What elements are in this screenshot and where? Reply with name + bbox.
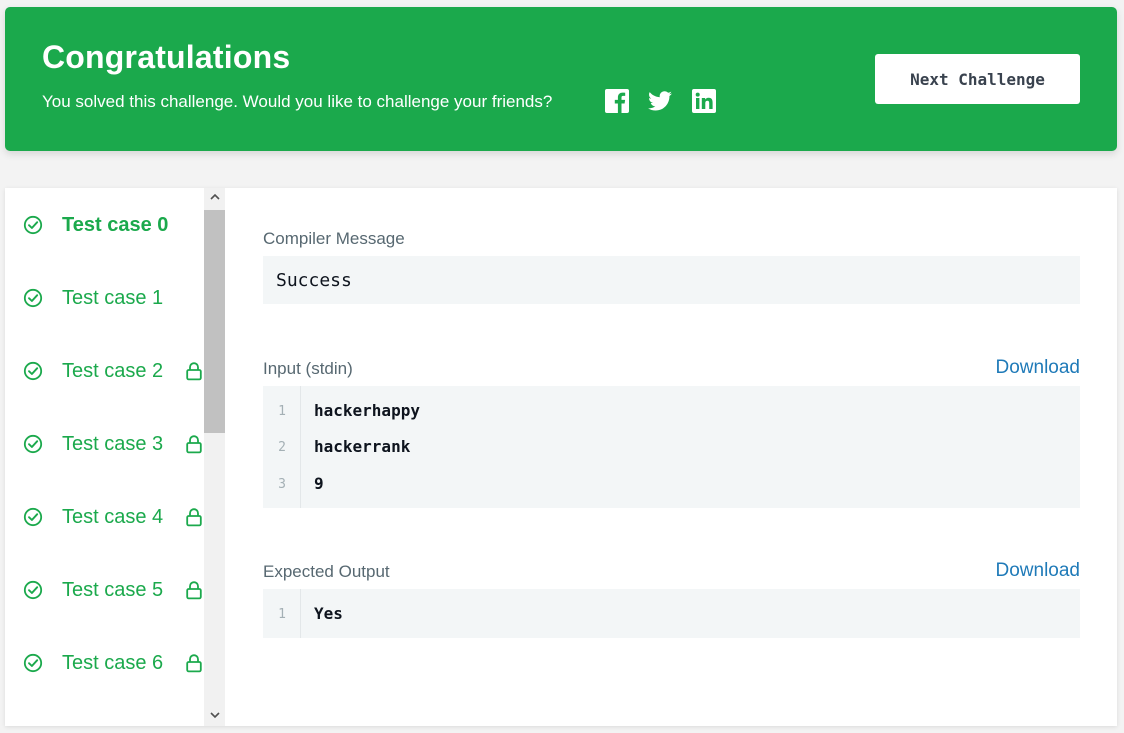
next-challenge-button[interactable]: Next Challenge bbox=[875, 54, 1080, 104]
check-circle-icon bbox=[23, 288, 43, 308]
check-circle-icon bbox=[23, 434, 43, 454]
lock-icon bbox=[185, 507, 203, 527]
lock-icon bbox=[185, 653, 203, 673]
test-case-label: Test case 0 bbox=[62, 214, 169, 236]
chevron-down-icon bbox=[209, 712, 220, 719]
test-case-label: Test case 5 bbox=[62, 579, 164, 601]
test-case-item[interactable]: Test case 4 bbox=[5, 497, 204, 537]
test-case-label: Test case 4 bbox=[62, 506, 164, 528]
test-case-item[interactable]: Test case 1 bbox=[5, 278, 204, 318]
lock-icon bbox=[185, 434, 203, 454]
line-number: 1 bbox=[278, 607, 286, 622]
banner-title: Congratulations bbox=[42, 39, 291, 75]
input-line: 9 bbox=[314, 474, 324, 493]
congratulations-banner: Congratulations You solved this challeng… bbox=[5, 7, 1117, 151]
results-panel: Test case 0 Test case 1 Test case 2 Test ca… bbox=[5, 188, 1117, 726]
expected-line-gutter: 1 bbox=[263, 589, 301, 638]
check-circle-icon bbox=[23, 215, 43, 235]
test-case-item[interactable]: Test case 0 bbox=[5, 205, 204, 245]
banner-subtitle: You solved this challenge. Would you lik… bbox=[42, 92, 553, 111]
test-case-label: Test case 2 bbox=[62, 360, 164, 382]
linkedin-icon[interactable] bbox=[691, 88, 717, 114]
lock-icon bbox=[185, 361, 203, 381]
scroll-up-arrow[interactable] bbox=[204, 188, 225, 208]
test-case-label: Test case 1 bbox=[62, 287, 164, 309]
check-circle-icon bbox=[23, 507, 43, 527]
input-line-gutter: 1 2 3 bbox=[263, 386, 301, 508]
sidebar-scrollbar[interactable] bbox=[204, 188, 225, 726]
check-circle-icon bbox=[23, 361, 43, 381]
twitter-icon[interactable] bbox=[647, 88, 673, 114]
test-case-item[interactable]: Test case 5 bbox=[5, 570, 204, 610]
test-case-label: Test case 6 bbox=[62, 652, 164, 674]
check-circle-icon bbox=[23, 580, 43, 600]
compiler-message-text: Success bbox=[276, 270, 352, 291]
test-case-item[interactable]: Test case 2 bbox=[5, 351, 204, 391]
line-number: 3 bbox=[278, 477, 286, 492]
expected-output-line: Yes bbox=[314, 604, 343, 623]
expected-output-download-link[interactable]: Download bbox=[996, 560, 1081, 582]
scroll-thumb[interactable] bbox=[204, 210, 225, 433]
input-line: hackerhappy bbox=[314, 401, 420, 420]
input-download-link[interactable]: Download bbox=[996, 357, 1081, 379]
input-label: Input (stdin) bbox=[263, 359, 353, 378]
input-code-box: 1 2 3 hackerhappy hackerrank 9 bbox=[263, 386, 1080, 508]
lock-icon bbox=[185, 580, 203, 600]
test-case-item[interactable]: Test case 6 bbox=[5, 643, 204, 683]
line-number: 1 bbox=[278, 404, 286, 419]
expected-output-label: Expected Output bbox=[263, 562, 390, 581]
test-case-item[interactable]: Test case 3 bbox=[5, 424, 204, 464]
test-case-label: Test case 3 bbox=[62, 433, 164, 455]
input-line: hackerrank bbox=[314, 437, 411, 456]
compiler-message-label: Compiler Message bbox=[263, 229, 405, 248]
line-number: 2 bbox=[278, 440, 286, 455]
compiler-message-box: Success bbox=[263, 256, 1080, 304]
scroll-down-arrow[interactable] bbox=[204, 706, 225, 726]
expected-output-code-box: 1 Yes bbox=[263, 589, 1080, 638]
chevron-up-icon bbox=[209, 193, 220, 200]
test-case-sidebar: Test case 0 Test case 1 Test case 2 Test ca… bbox=[5, 188, 225, 726]
check-circle-icon bbox=[23, 653, 43, 673]
facebook-icon[interactable] bbox=[604, 88, 630, 114]
